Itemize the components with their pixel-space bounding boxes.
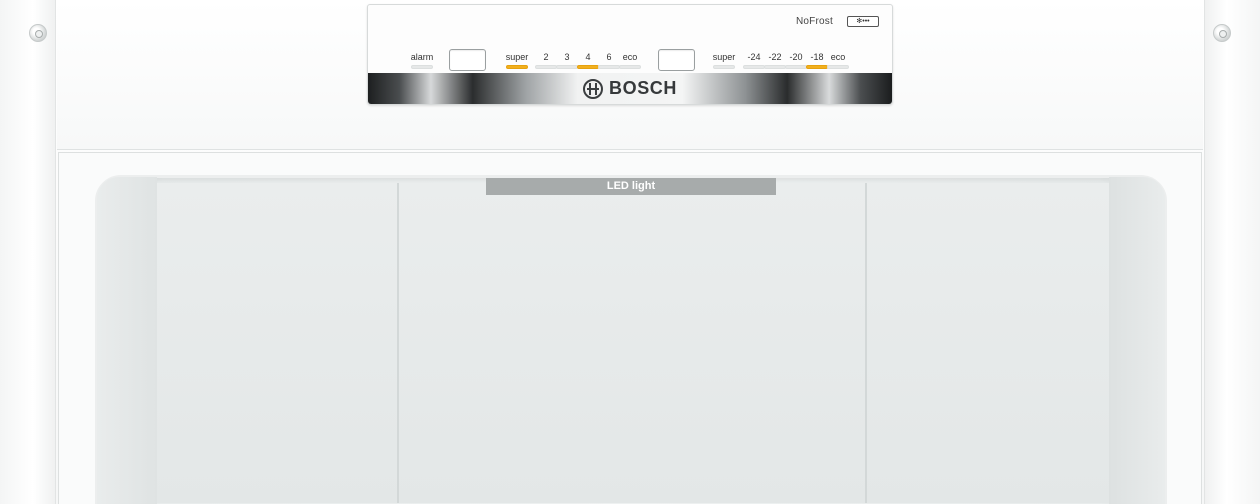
chrome-brand-strip: BOSCH: [368, 73, 892, 104]
fridge-setting-4: 4: [585, 52, 591, 62]
hinge-screw-left-icon: [29, 24, 47, 42]
fridge-indicator-4: [577, 65, 599, 69]
freezer-indicator-minus-22: [764, 65, 786, 69]
alarm-button[interactable]: [449, 49, 486, 71]
fridge-indicator-2: [535, 65, 557, 69]
nofrost-label: NoFrost: [796, 16, 833, 27]
freezer-indicator-eco: [827, 65, 849, 69]
brand-name: BOSCH: [608, 78, 678, 98]
fridge-setting-6: 6: [606, 52, 612, 62]
fridge-setting-eco: eco: [622, 52, 638, 62]
cabinet-left-edge: [0, 0, 56, 504]
fridge-indicator-3: [556, 65, 578, 69]
fridge-setting-2: 2: [543, 52, 549, 62]
fridge-setting-super: super: [505, 52, 529, 62]
fridge-cabinet: NoFrost ✻••• alarm super 2 3 4 6 eco sup…: [0, 0, 1260, 504]
interior-left-wall: [97, 177, 157, 504]
freezer-setting-minus-24: -24: [747, 52, 761, 62]
cabinet-right-edge: [1204, 0, 1260, 504]
freezer-setting-minus-20: -20: [789, 52, 803, 62]
brand-logo: BOSCH: [582, 78, 678, 99]
freezer-indicator-minus-24: [743, 65, 765, 69]
interior-right-wall: [1109, 177, 1165, 504]
control-panel: NoFrost ✻••• alarm super 2 3 4 6 eco sup…: [367, 4, 893, 105]
freezer-setting-eco: eco: [830, 52, 846, 62]
bosch-armature-icon: [582, 78, 603, 99]
freezer-indicator-minus-18: [806, 65, 828, 69]
fridge-setting-3: 3: [564, 52, 570, 62]
hinge-screw-right-icon: [1213, 24, 1231, 42]
nofrost-badge-icon: ✻•••: [847, 16, 879, 27]
back-wall-seam-right: [865, 183, 867, 503]
alarm-indicator: [411, 65, 433, 69]
fridge-temp-button[interactable]: [658, 49, 695, 71]
freezer-indicator-super: [713, 65, 735, 69]
alarm-label: alarm: [410, 52, 434, 62]
led-light-bar: LED light: [486, 178, 776, 195]
back-wall-seam-left: [397, 183, 399, 503]
fridge-indicator-super: [506, 65, 528, 69]
freezer-setting-super: super: [712, 52, 736, 62]
interior-back-wall: [157, 183, 1109, 503]
freezer-indicator-minus-20: [785, 65, 807, 69]
fridge-indicator-eco: [619, 65, 641, 69]
freezer-setting-minus-18: -18: [810, 52, 824, 62]
fridge-interior: LED light: [58, 152, 1202, 504]
freezer-setting-minus-22: -22: [768, 52, 782, 62]
fridge-indicator-6: [598, 65, 620, 69]
